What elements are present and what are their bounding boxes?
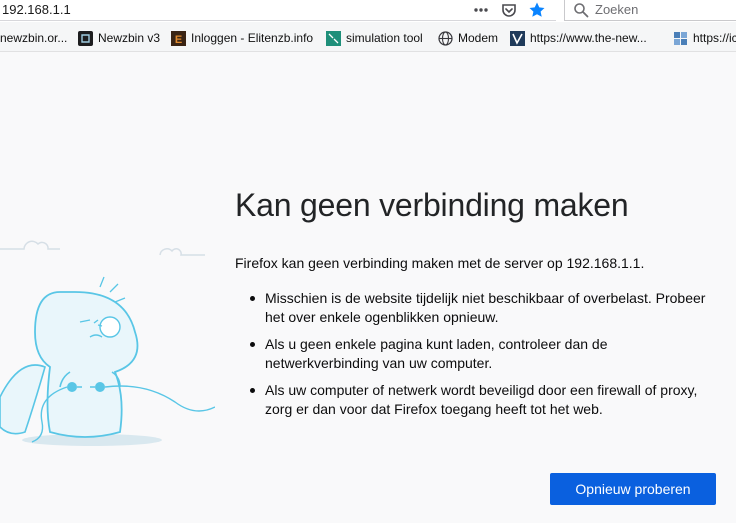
retry-button[interactable]: Opnieuw proberen: [550, 473, 716, 505]
bookmark-label: Newzbin v3: [98, 31, 161, 45]
error-description: Firefox kan geen verbinding maken met de…: [235, 255, 645, 271]
bookmark-item[interactable]: newzbin.or...: [0, 29, 67, 47]
site-icon: [674, 31, 687, 45]
globe-icon: [438, 30, 453, 46]
url-bar[interactable]: 192.168.1.1: [0, 0, 556, 21]
page-title: Kan geen verbinding maken: [235, 187, 629, 223]
simulation-icon: [326, 30, 341, 46]
page-actions-icon[interactable]: [472, 1, 490, 19]
suggestion-item: Als uw computer of netwerk wordt beveili…: [250, 381, 720, 419]
bookmark-label: https://ic: [693, 31, 736, 45]
svg-text:E: E: [175, 34, 182, 46]
the-new-icon: [510, 30, 525, 46]
bookmark-label: newzbin.or...: [0, 31, 68, 45]
navigation-toolbar: 192.168.1.1 Zoeken: [0, 0, 736, 22]
bookmark-item[interactable]: simulation tool: [326, 29, 423, 47]
error-suggestions-list: Misschien is de website tijdelijk niet b…: [250, 289, 720, 427]
bookmark-item[interactable]: Modem: [438, 29, 498, 47]
bookmark-label: https://www.the-new...: [530, 31, 647, 45]
bookmark-label: simulation tool: [346, 31, 423, 45]
bookmark-item[interactable]: https://www.the-new...: [510, 29, 647, 47]
bookmarks-toolbar: newzbin.or... Newzbin v3 E Inloggen - El…: [0, 22, 736, 52]
bookmark-label: Inloggen - Elitenzb.info: [191, 31, 314, 45]
bookmark-label: Modem: [458, 31, 499, 45]
elitenzb-icon: E: [171, 30, 186, 46]
bookmark-star-icon[interactable]: [528, 1, 546, 19]
search-input[interactable]: Zoeken: [595, 2, 638, 17]
error-page: Kan geen verbinding maken Firefox kan ge…: [0, 52, 736, 523]
search-bar[interactable]: Zoeken: [564, 0, 736, 21]
disconnected-dino-illustration: [0, 240, 215, 446]
pocket-icon[interactable]: [500, 1, 518, 19]
newzbin-icon: [78, 30, 93, 46]
search-icon: [574, 3, 589, 18]
bookmark-item[interactable]: Newzbin v3: [78, 29, 160, 47]
suggestion-item: Als u geen enkele pagina kunt laden, con…: [250, 335, 720, 373]
bookmark-item[interactable]: https://ic: [673, 29, 736, 47]
bookmark-item[interactable]: E Inloggen - Elitenzb.info: [171, 29, 313, 47]
url-text[interactable]: 192.168.1.1: [2, 2, 71, 17]
suggestion-item: Misschien is de website tijdelijk niet b…: [250, 289, 720, 327]
